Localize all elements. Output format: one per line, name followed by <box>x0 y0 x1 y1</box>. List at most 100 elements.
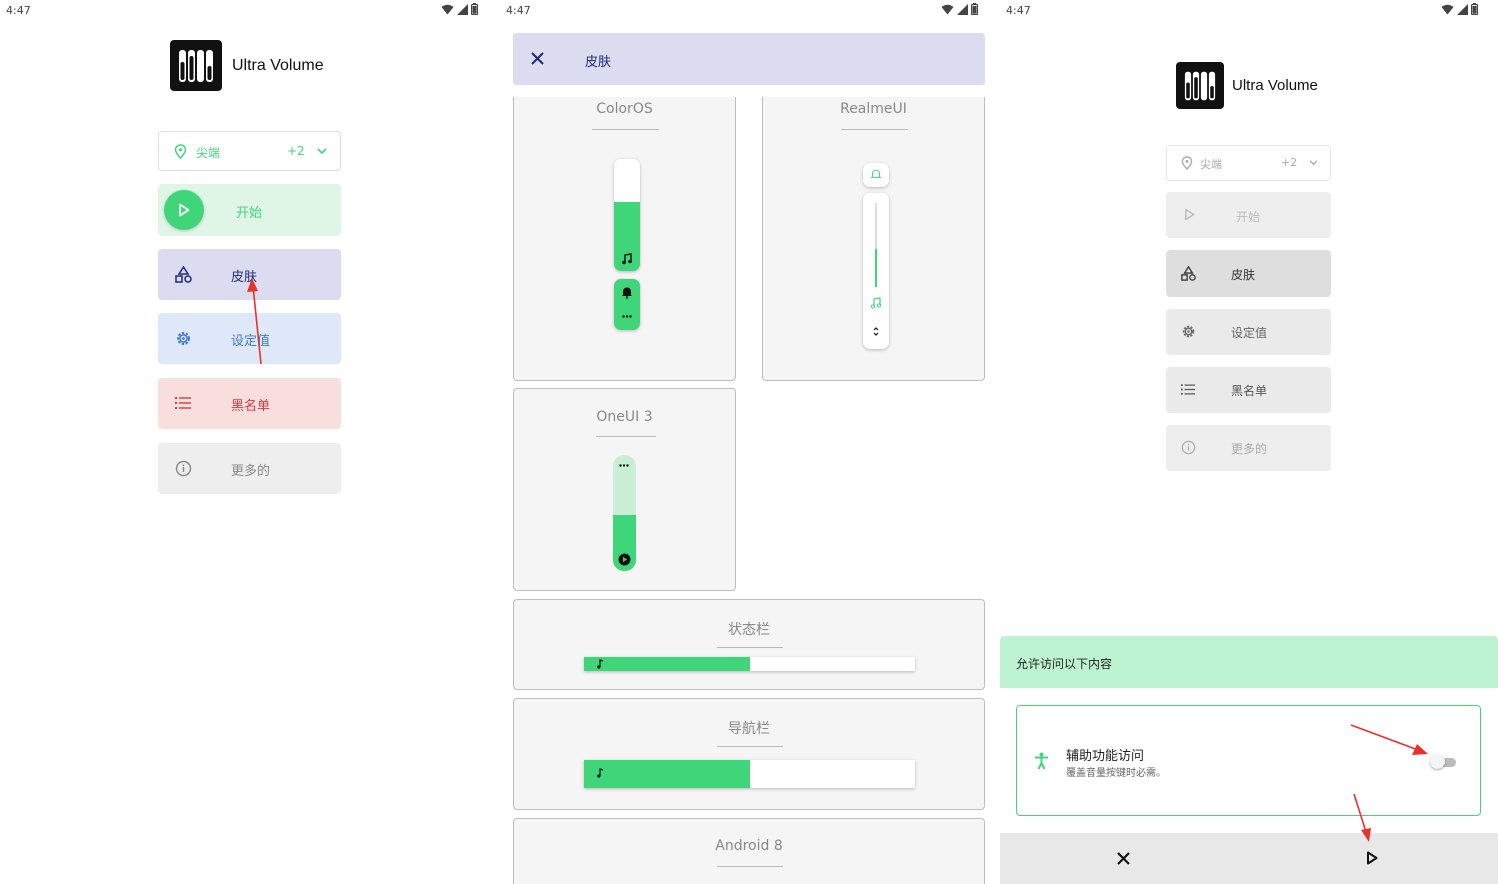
oneui-slider <box>613 455 636 571</box>
list-icon <box>175 397 191 409</box>
gear-icon <box>1182 325 1195 338</box>
title-underline <box>596 436 656 437</box>
skin-card-statusbar[interactable]: 状态栏 <box>513 599 985 690</box>
battery-icon <box>971 3 978 15</box>
start-label: 开始 <box>236 206 263 221</box>
permission-dialog-body: 辅助功能访问 覆盖音量按键时必需。 <box>1000 688 1498 833</box>
app-title: Ultra Volume <box>1232 77 1318 94</box>
dialog-title: 允许访问以下内容 <box>1016 657 1113 671</box>
title-underline <box>717 647 783 648</box>
permission-dialog-header: 允许访问以下内容 <box>1000 636 1498 688</box>
permission-toggle[interactable] <box>1430 754 1456 769</box>
title-underline <box>592 129 659 130</box>
close-icon[interactable] <box>1117 852 1130 865</box>
shapes-icon <box>1181 266 1196 281</box>
title-underline <box>841 129 908 130</box>
tag-icon <box>174 144 187 159</box>
info-icon <box>1181 440 1196 455</box>
app-title: Ultra Volume <box>232 56 324 74</box>
status-icons <box>441 3 478 15</box>
skin-card-navbar[interactable]: 导航栏 <box>513 698 985 810</box>
skin-title-statusbar: 状态栏 <box>728 622 770 638</box>
battery-icon <box>1471 3 1478 15</box>
select-value: 尖端 <box>196 146 221 160</box>
skin-title-realmeui: RealmeUI <box>840 101 907 117</box>
blacklist-label: 黑名单 <box>1231 384 1268 398</box>
chevron-down-icon <box>1309 160 1318 166</box>
more-dots-icon <box>622 315 632 318</box>
list-icon <box>1181 384 1195 395</box>
skin-title-android8: Android 8 <box>715 838 783 854</box>
skin-button[interactable]: 皮肤 <box>158 249 341 300</box>
bell-icon <box>871 169 881 178</box>
skin-card-android8[interactable]: Android 8 <box>513 818 985 884</box>
more-dots-icon <box>619 464 629 467</box>
skin-button[interactable]: 皮肤 <box>1166 250 1331 297</box>
more-button[interactable]: 更多的 <box>158 443 341 494</box>
more-label: 更多的 <box>231 464 271 479</box>
profile-select[interactable]: 尖端 +2 <box>158 131 341 171</box>
blacklist-button[interactable]: 黑名单 <box>1166 367 1331 413</box>
status-icons <box>941 3 978 15</box>
settings-button[interactable]: 设定值 <box>158 313 341 364</box>
skin-header: 皮肤 <box>513 33 985 85</box>
status-bar: 4:47 <box>1000 0 1498 22</box>
app-logo <box>1176 62 1224 109</box>
skin-title-oneui: OneUI 3 <box>596 409 653 425</box>
status-bar: 4:47 <box>0 0 498 22</box>
start-label: 开始 <box>1236 210 1261 224</box>
toggle-thumb <box>1430 754 1445 769</box>
status-time: 4:47 <box>506 4 531 17</box>
start-circle <box>164 190 204 230</box>
title-underline <box>717 746 783 747</box>
skin-title-coloros: ColorOS <box>596 101 653 117</box>
profile-select[interactable]: 尖端 +2 <box>1166 145 1331 181</box>
app-header: Ultra Volume <box>1176 62 1318 109</box>
navbar-slider <box>584 760 915 788</box>
status-icons <box>1441 3 1478 15</box>
skin-card-oneui[interactable]: OneUI 3 <box>513 388 736 591</box>
app-header: Ultra Volume <box>170 40 324 91</box>
skin-card-coloros[interactable]: ColorOS <box>513 97 736 381</box>
realme-slider <box>863 193 889 349</box>
music-note-icon <box>870 297 882 309</box>
skin-screen: 4:47 皮肤 ColorOS RealmeUI OneUI 3 状态栏 导航栏… <box>500 0 998 884</box>
bell-icon <box>622 287 632 299</box>
coloros-ring-pill <box>614 279 640 330</box>
blacklist-label: 黑名单 <box>231 399 271 414</box>
select-value: 尖端 <box>1200 158 1222 171</box>
status-time: 4:47 <box>1006 4 1031 17</box>
more-button[interactable]: 更多的 <box>1166 425 1331 471</box>
tag-icon <box>1181 156 1193 170</box>
accessibility-permission-card[interactable]: 辅助功能访问 覆盖音量按键时必需。 <box>1016 705 1481 816</box>
navbar-slider-fill <box>584 760 750 788</box>
signal-icon <box>957 3 968 15</box>
skin-title-navbar: 导航栏 <box>728 721 770 737</box>
permission-title: 辅助功能访问 <box>1066 749 1145 764</box>
permission-screen: 4:47 Ultra Volume 尖端 +2 开始 皮肤 设定值 黑名单 更多… <box>1000 0 1498 884</box>
app-logo <box>170 40 222 91</box>
wifi-icon <box>441 4 454 14</box>
blacklist-button[interactable]: 黑名单 <box>158 378 341 429</box>
expand-icon <box>873 327 879 336</box>
settings-button[interactable]: 设定值 <box>1166 309 1331 355</box>
start-button[interactable]: 开始 <box>158 184 341 236</box>
realme-track-fill <box>875 249 877 287</box>
close-icon[interactable] <box>531 52 544 65</box>
select-count: +2 <box>1281 156 1298 169</box>
permission-desc: 覆盖音量按键时必需。 <box>1066 768 1166 779</box>
music-note-icon <box>597 768 604 778</box>
more-label: 更多的 <box>1231 442 1268 456</box>
play-icon <box>179 203 190 217</box>
settings-label: 设定值 <box>231 334 271 349</box>
status-time: 4:47 <box>6 4 31 17</box>
main-screen: 4:47 Ultra Volume 尖端 +2 开始 皮肤 设定值 黑名单 更多… <box>0 0 498 884</box>
battery-icon <box>471 3 478 15</box>
start-button[interactable]: 开始 <box>1166 192 1331 238</box>
select-count: +2 <box>287 144 305 158</box>
equalizer-icon <box>1184 71 1216 100</box>
realme-bell-button <box>863 163 889 187</box>
coloros-slider <box>614 159 640 271</box>
skin-card-realmeui[interactable]: RealmeUI <box>762 97 985 381</box>
play-icon[interactable] <box>1366 851 1378 865</box>
